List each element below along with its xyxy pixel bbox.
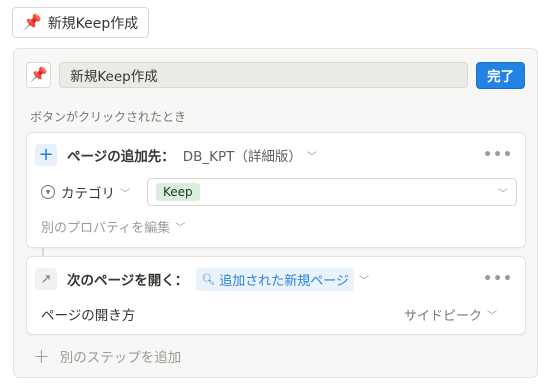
more-options-icon[interactable]: ••• xyxy=(483,271,513,287)
search-icon: 🔍︎ xyxy=(201,272,216,286)
chevron-down-icon: ﹀ xyxy=(487,310,497,322)
plus-icon: + xyxy=(33,344,50,368)
step-connector xyxy=(42,248,44,256)
trigger-label: ボタンがクリックされたとき xyxy=(30,110,187,124)
step-add-page: + ページの追加先： DB_KPT（詳細版） ﹀ ••• ▼ カテゴリ ﹀ Ke… xyxy=(26,132,526,248)
chevron-down-icon: ﹀ xyxy=(358,275,369,287)
edit-other-properties-label: 別のプロパティを編集 xyxy=(41,220,171,236)
open-target-selector[interactable]: 🔍︎ 追加された新規ページ xyxy=(196,267,354,291)
property-label[interactable]: カテゴリ xyxy=(61,182,115,202)
button-name-input[interactable]: 新規Keep作成 xyxy=(59,62,469,88)
add-step-button[interactable]: + 別のステップを追加 xyxy=(33,346,181,366)
open-mode-label: ページの開き方 xyxy=(41,308,136,324)
arrow-up-right-icon: ↗ xyxy=(35,268,57,290)
add-page-row: + ページの追加先： DB_KPT（詳細版） ﹀ ••• xyxy=(35,143,513,167)
keep-tag: Keep xyxy=(156,183,200,201)
button-name-value: 新規Keep作成 xyxy=(70,69,158,85)
chevron-down-icon: ﹀ xyxy=(306,151,317,163)
open-mode-row: ページの開き方 サイドピーク ﹀ xyxy=(35,303,513,325)
button-name-row: 📌 新規Keep作成 完了 xyxy=(26,61,525,89)
chevron-down-icon: ﹀ xyxy=(498,188,508,200)
chevron-down-icon: ﹀ xyxy=(175,222,186,234)
edit-other-properties[interactable]: 別のプロパティを編集 ﹀ xyxy=(35,215,513,237)
open-page-row: ↗ 次のページを開く： 🔍︎ 追加された新規ページ ﹀ ••• xyxy=(35,267,513,291)
chevron-down-icon: ﹀ xyxy=(120,188,130,200)
button-icon-picker[interactable]: 📌 xyxy=(26,62,52,88)
add-step-label: 別のステップを追加 xyxy=(59,350,182,366)
step-open-page: ↗ 次のページを開く： 🔍︎ 追加された新規ページ ﹀ ••• ページの開き方 … xyxy=(26,256,526,335)
select-property-icon: ▼ xyxy=(41,185,55,199)
property-row: ▼ カテゴリ ﹀ Keep ﹀ xyxy=(35,178,517,206)
more-options-icon[interactable]: ••• xyxy=(483,147,513,163)
plus-icon: + xyxy=(35,144,57,166)
category-select[interactable]: Keep ﹀ xyxy=(147,178,517,206)
new-keep-button-label: 新規Keep作成 xyxy=(47,15,139,32)
add-page-label: ページの追加先： xyxy=(67,149,175,165)
open-mode-value: サイドピーク xyxy=(403,308,482,324)
new-keep-button[interactable]: 📌 新規Keep作成 xyxy=(12,7,149,38)
open-mode-selector[interactable]: サイドピーク ﹀ xyxy=(404,305,497,324)
open-page-label: 次のページを開く： xyxy=(67,273,189,289)
button-editor-panel: 📌 新規Keep作成 完了 ボタンがクリックされたとき + ページの追加先： D… xyxy=(13,48,538,378)
done-button[interactable]: 完了 xyxy=(476,61,525,89)
open-target-label: 追加された新規ページ xyxy=(219,273,349,289)
database-selector[interactable]: DB_KPT（詳細版） xyxy=(183,145,302,165)
pushpin-icon: 📌 xyxy=(23,13,42,31)
pushpin-icon: 📌 xyxy=(29,67,48,83)
